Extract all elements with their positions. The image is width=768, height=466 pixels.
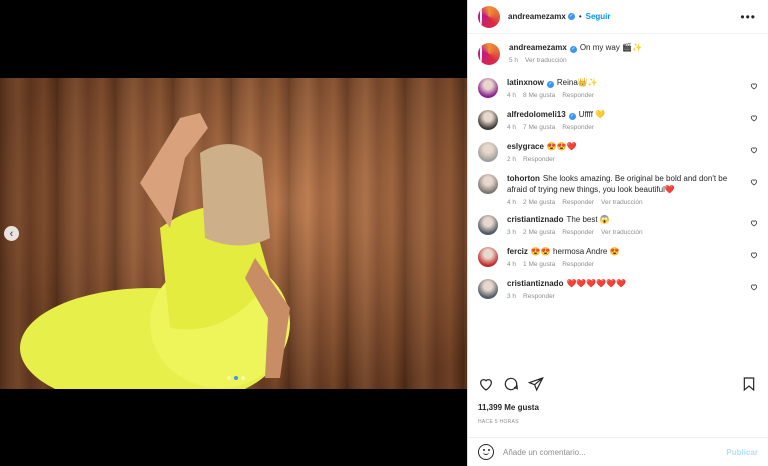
comment-input[interactable]: [503, 447, 727, 457]
comment-item: cristiantiznado The best 😱 3 h 2 Me gusta Re…: [478, 214, 758, 236]
caption-time: 5 h: [509, 57, 519, 64]
comment-item: tohorton She looks amazing. Be original b…: [478, 173, 758, 206]
previous-image-button[interactable]: ‹: [4, 226, 19, 241]
post-photo[interactable]: [0, 78, 467, 389]
commenter-username[interactable]: tohorton: [507, 174, 540, 183]
dot-separator: •: [578, 12, 582, 21]
commenter-username[interactable]: eslygrace: [507, 142, 544, 151]
paper-plane-icon[interactable]: [527, 375, 545, 393]
author-avatar[interactable]: [478, 5, 500, 28]
comment-likes[interactable]: 1 Me gusta: [523, 261, 555, 268]
commenter-username[interactable]: alfredolomeli13: [507, 110, 566, 119]
woman-yellow-dress-image: [20, 113, 290, 389]
carousel-dot: [241, 376, 245, 380]
post-sidebar: andreamezamx ✓ • Seguir ••• andreamezamx…: [467, 0, 768, 466]
emoji-icon[interactable]: [478, 444, 494, 460]
commenter-avatar[interactable]: [478, 174, 498, 194]
verified-badge-icon: ✓: [568, 113, 576, 120]
comment-item: alfredolomeli13 ✓ Uffff 💛 4 h 7 Me gusta Resp…: [478, 109, 758, 131]
comment-heart-icon[interactable]: [750, 82, 758, 92]
comment-likes[interactable]: 2 Me gusta: [523, 229, 555, 236]
see-translation-link[interactable]: Ver traducción: [601, 229, 643, 236]
commenter-username[interactable]: ferciz: [507, 247, 528, 256]
comment-icon[interactable]: [502, 375, 520, 393]
comment-heart-icon[interactable]: [750, 146, 758, 156]
caption: andreamezamx ✓ On my way 🎬✨ 5 h Ver traduc…: [478, 42, 758, 65]
post-actions: [477, 373, 758, 395]
comment-item: eslygrace 😍😍❤️ 2 h Responder: [478, 141, 758, 163]
comment-time: 4 h: [507, 199, 517, 206]
comment-heart-icon[interactable]: [750, 283, 758, 293]
comment-time: 3 h: [507, 229, 517, 236]
more-options-icon[interactable]: •••: [740, 10, 756, 24]
comment-time: 4 h: [507, 92, 517, 99]
commenter-username[interactable]: cristiantiznado: [507, 279, 563, 288]
reply-button[interactable]: Responder: [562, 199, 594, 206]
post-timestamp: HACE 5 HORAS: [478, 419, 519, 425]
comment-text: 😍😍 hermosa Andre 😍: [530, 247, 620, 256]
commenter-avatar[interactable]: [478, 247, 498, 267]
reply-button[interactable]: Responder: [562, 124, 594, 131]
comment-heart-icon[interactable]: [750, 114, 758, 124]
caption-text: On my way 🎬✨: [579, 43, 642, 52]
commenter-avatar[interactable]: [478, 110, 498, 130]
see-translation-link[interactable]: Ver traducción: [525, 57, 567, 64]
comment-time: 4 h: [507, 124, 517, 131]
verified-badge-icon: ✓: [546, 81, 554, 88]
reply-button[interactable]: Responder: [562, 229, 594, 236]
commenter-avatar[interactable]: [478, 78, 498, 98]
comment-time: 3 h: [507, 293, 517, 300]
reply-button[interactable]: Responder: [523, 293, 555, 300]
comment-heart-icon[interactable]: [750, 251, 758, 261]
likes-count[interactable]: 11,399 Me gusta: [478, 403, 539, 412]
comment-time: 2 h: [507, 156, 517, 163]
comment-text: The best 😱: [566, 215, 610, 224]
add-comment-bar: Publicar: [468, 437, 768, 466]
comment-text: Reina👑✨: [556, 78, 598, 87]
carousel-dot: [227, 376, 231, 380]
carousel-dot-active: [234, 376, 238, 380]
comment-text: 😍😍❤️: [546, 142, 577, 151]
carousel-indicator: [227, 376, 245, 380]
commenter-avatar[interactable]: [478, 142, 498, 162]
comment-item: ferciz 😍😍 hermosa Andre 😍 4 h 1 Me gusta Res…: [478, 246, 758, 268]
bookmark-icon[interactable]: [740, 375, 758, 393]
comment-text: Uffff 💛: [578, 110, 606, 119]
commenter-username[interactable]: latinxnow: [507, 78, 544, 87]
comment-rows: latinxnow ✓ Reina👑✨ 4 h8 Me gusta Responder a…: [478, 77, 758, 300]
comments-list[interactable]: andreamezamx ✓ On my way 🎬✨ 5 h Ver traduc…: [468, 34, 768, 364]
publish-button[interactable]: Publicar: [726, 448, 758, 457]
see-translation-link[interactable]: Ver traducción: [601, 199, 643, 206]
reply-button[interactable]: Responder: [562, 92, 594, 99]
comment-likes[interactable]: 7 Me gusta: [523, 124, 555, 131]
comment-item: latinxnow ✓ Reina👑✨ 4 h 8 Me gusta Responder: [478, 77, 758, 99]
reply-button[interactable]: Responder: [523, 156, 555, 163]
comment-heart-icon[interactable]: [750, 178, 758, 188]
reply-button[interactable]: Responder: [562, 261, 594, 268]
commenter-avatar[interactable]: [478, 215, 498, 235]
follow-button[interactable]: Seguir: [586, 12, 611, 21]
verified-badge-icon: ✓: [569, 46, 577, 53]
author-avatar[interactable]: [478, 43, 500, 65]
comment-text: She looks amazing. Be original be bold a…: [507, 174, 728, 194]
commenter-username[interactable]: cristiantiznado: [507, 215, 563, 224]
comment-time: 4 h: [507, 261, 517, 268]
verified-badge-icon: ✓: [567, 13, 575, 20]
comment-text: ❤️❤️❤️❤️❤️❤️: [566, 279, 627, 288]
heart-icon[interactable]: [477, 375, 495, 393]
author-username[interactable]: andreamezamx: [508, 12, 566, 21]
caption-username[interactable]: andreamezamx: [509, 43, 567, 52]
post-header: andreamezamx ✓ • Seguir •••: [468, 0, 768, 34]
post-media: ‹: [0, 0, 467, 466]
comment-likes[interactable]: 8 Me gusta: [523, 92, 555, 99]
comment-heart-icon[interactable]: [750, 219, 758, 229]
commenter-avatar[interactable]: [478, 279, 498, 299]
comment-item: cristiantiznado ❤️❤️❤️❤️❤️❤️ 3 h Responder: [478, 278, 758, 300]
comment-likes[interactable]: 2 Me gusta: [523, 199, 555, 206]
